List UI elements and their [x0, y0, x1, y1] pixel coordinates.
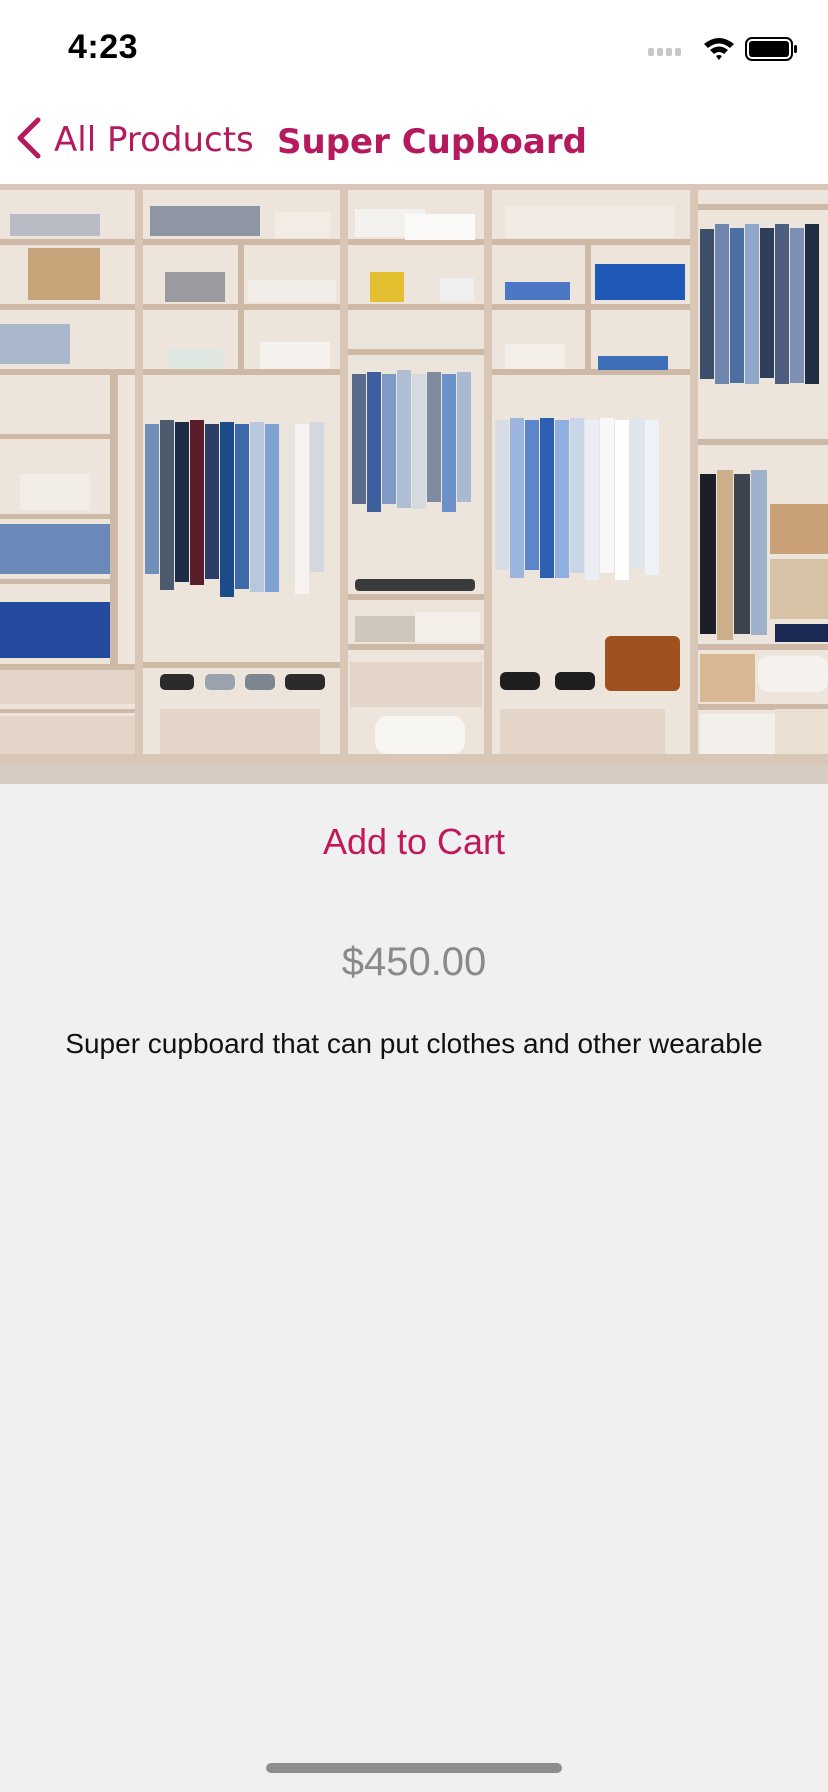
product-image: [0, 184, 828, 784]
status-icons: [648, 36, 798, 64]
status-time: 4:23: [68, 28, 139, 66]
status-bar: 4:23: [0, 0, 828, 96]
chevron-left-icon: [14, 116, 42, 165]
page-title: Super Cupboard: [277, 122, 587, 162]
back-button-label: All Products: [54, 120, 254, 160]
wifi-icon: [704, 38, 734, 60]
back-button[interactable]: All Products: [14, 114, 254, 166]
home-indicator[interactable]: [266, 1763, 562, 1773]
add-to-cart-button[interactable]: Add to Cart: [0, 814, 828, 870]
signal-icon: [648, 48, 681, 56]
product-description: Super cupboard that can put clothes and …: [65, 1028, 763, 1059]
product-price: $450.00: [341, 940, 487, 984]
battery-icon: [745, 37, 797, 61]
navigation-bar: All Products Super Cupboard: [0, 96, 828, 184]
